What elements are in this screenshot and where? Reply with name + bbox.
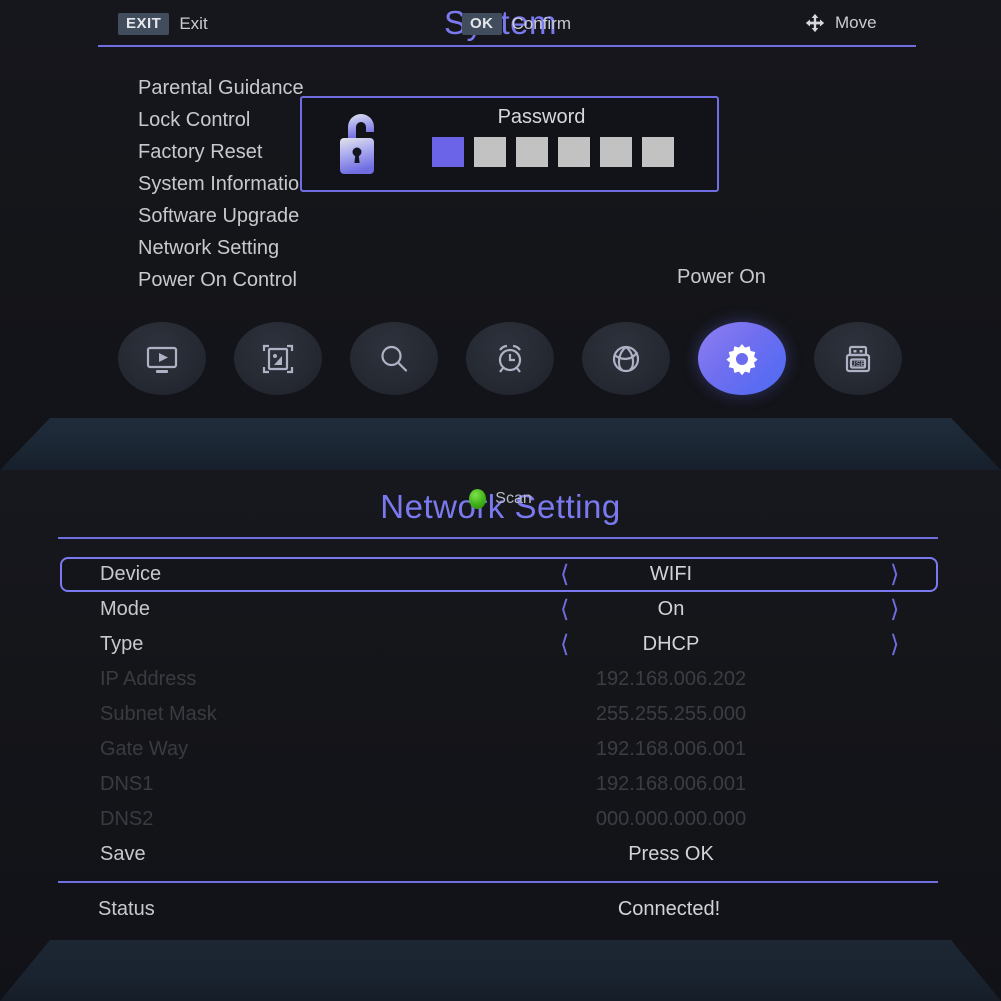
row-value: 192.168.006.202 xyxy=(595,668,747,690)
hint-ok[interactable]: OK Confirm xyxy=(462,13,571,35)
gear-icon xyxy=(726,343,758,375)
picture-icon xyxy=(262,344,294,373)
svg-text:USB: USB xyxy=(850,359,865,368)
network-row-dns2: DNS2 000.000.000.000 xyxy=(60,802,938,837)
row-value: 192.168.006.001 xyxy=(595,738,747,760)
menu-item-power-on-control[interactable]: Power On Control xyxy=(138,264,558,296)
usb-icon: USB xyxy=(845,345,871,372)
globe-icon xyxy=(612,345,640,372)
tv-media-icon xyxy=(146,346,178,373)
dock-item-search[interactable] xyxy=(350,322,438,395)
move-arrows-icon xyxy=(805,13,825,33)
confirm-hint-label: Confirm xyxy=(511,14,572,33)
network-row-gateway: Gate Way 192.168.006.001 xyxy=(60,732,938,767)
network-row-ip-address: IP Address 192.168.006.202 xyxy=(60,662,938,697)
hint-move[interactable]: Move xyxy=(805,13,877,33)
menu-item-network-setting[interactable]: Network Setting xyxy=(138,232,558,264)
network-rows: Device ⟨ WIFI ⟩ Mode ⟨ On ⟩ Type ⟨ DHCP … xyxy=(60,557,938,872)
row-value: Press OK xyxy=(628,843,714,865)
network-row-subnet-mask: Subnet Mask 255.255.255.000 xyxy=(60,697,938,732)
ok-key-chip: OK xyxy=(462,13,502,35)
network-row-mode[interactable]: Mode ⟨ On ⟩ xyxy=(60,592,938,627)
device-next-arrow-icon[interactable]: ⟩ xyxy=(890,562,899,587)
password-box-4[interactable] xyxy=(558,137,590,167)
dock-item-network[interactable] xyxy=(582,322,670,395)
network-title-divider xyxy=(58,537,938,539)
menu-item-software-upgrade[interactable]: Software Upgrade xyxy=(138,200,558,232)
password-label: Password xyxy=(497,106,586,128)
row-value: 255.255.255.000 xyxy=(595,703,747,725)
row-value: On xyxy=(657,598,685,620)
status-badge: Connected! xyxy=(617,897,721,920)
network-row-device[interactable]: Device ⟨ WIFI ⟩ xyxy=(60,557,938,592)
password-box-5[interactable] xyxy=(600,137,632,167)
dock-item-picture[interactable] xyxy=(234,322,322,395)
scan-bar xyxy=(0,940,1001,1001)
hint-exit[interactable]: EXIT Exit xyxy=(118,13,208,35)
exit-hint-label: Exit xyxy=(179,14,208,33)
row-value: WIFI xyxy=(649,563,693,585)
tv-settings-screen: System Parental Guidance Lock Control Fa… xyxy=(0,0,1001,1001)
network-row-dns1: DNS1 192.168.006.001 xyxy=(60,767,938,802)
password-box-1[interactable] xyxy=(432,137,464,167)
exit-key-chip: EXIT xyxy=(118,13,170,35)
search-icon xyxy=(381,345,408,372)
move-hint-label: Move xyxy=(835,13,877,32)
system-title-divider xyxy=(98,45,916,47)
power-on-control-value: Power On xyxy=(677,266,766,288)
dock-item-system[interactable] xyxy=(698,322,786,395)
password-box-2[interactable] xyxy=(474,137,506,167)
network-row-save[interactable]: Save Press OK xyxy=(60,837,938,872)
type-next-arrow-icon[interactable]: ⟩ xyxy=(890,632,899,657)
password-box-3[interactable] xyxy=(516,137,548,167)
dock-item-media-player[interactable] xyxy=(118,322,206,395)
hint-bar xyxy=(0,418,1001,470)
mode-next-arrow-icon[interactable]: ⟩ xyxy=(890,597,899,622)
dock-item-usb[interactable]: USB xyxy=(814,322,902,395)
system-panel: System Parental Guidance Lock Control Fa… xyxy=(0,0,1001,470)
alarm-clock-icon xyxy=(498,344,522,373)
row-value: DHCP xyxy=(642,633,700,655)
icon-dock: USB xyxy=(118,322,902,395)
password-boxes[interactable] xyxy=(432,137,674,167)
network-setting-panel: Network Setting Device ⟨ WIFI ⟩ Mode ⟨ O… xyxy=(0,470,1001,1001)
save-divider xyxy=(58,881,938,883)
scan-label: Scan xyxy=(495,490,532,507)
network-row-status: Status Connected! xyxy=(60,890,938,928)
row-value: 192.168.006.001 xyxy=(595,773,747,795)
password-box-6[interactable] xyxy=(642,137,674,167)
network-row-type[interactable]: Type ⟨ DHCP ⟩ xyxy=(60,627,938,662)
password-dialog: Password xyxy=(300,96,719,192)
dock-item-timer[interactable] xyxy=(466,322,554,395)
scan-button[interactable]: Scan xyxy=(0,489,1001,509)
green-key-dot-icon xyxy=(469,489,487,509)
row-value: 000.000.000.000 xyxy=(595,808,747,830)
